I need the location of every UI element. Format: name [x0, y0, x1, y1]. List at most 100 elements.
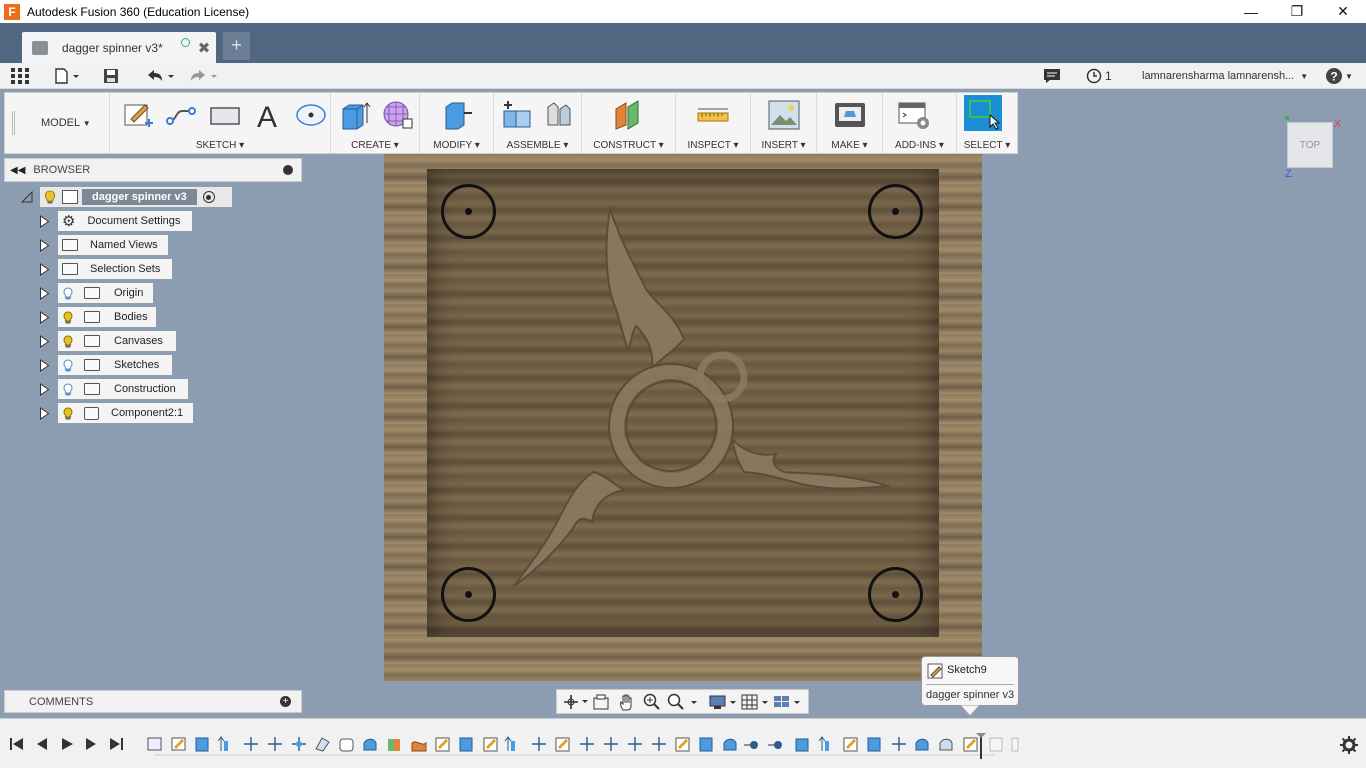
insert-menu[interactable]: INSERT ▾ — [751, 140, 816, 151]
text-icon[interactable]: A — [250, 99, 284, 134]
browser-pin-icon[interactable] — [283, 165, 293, 175]
new-tab-button[interactable]: + — [223, 32, 250, 60]
expand-triangle-icon[interactable] — [39, 215, 50, 228]
browser-item-component2[interactable]: Component2:1 — [58, 403, 193, 423]
select-tool-icon[interactable] — [964, 95, 1002, 131]
workspace-switcher[interactable]: MODEL ▼ — [41, 117, 91, 129]
help-icon[interactable]: ? ▼ — [1326, 67, 1353, 85]
insert-canvas-icon[interactable] — [767, 99, 801, 131]
step-forward-icon[interactable] — [84, 737, 98, 751]
step-back-icon[interactable] — [35, 737, 49, 751]
sketch-menu[interactable]: SKETCH ▾ — [110, 140, 330, 151]
job-status-icon[interactable]: 1 — [1086, 67, 1112, 85]
lightbulb-off-icon[interactable] — [63, 382, 73, 396]
file-menu-icon[interactable] — [54, 67, 80, 85]
close-tab-icon[interactable]: ✖ — [198, 39, 211, 57]
expand-triangle-icon[interactable] — [39, 239, 50, 252]
add-comment-icon[interactable]: + — [280, 696, 291, 707]
folder-icon — [84, 359, 100, 371]
create-menu[interactable]: CREATE ▾ — [331, 140, 419, 151]
form-icon[interactable] — [381, 99, 415, 131]
look-at-icon[interactable] — [593, 694, 609, 710]
create-sketch-icon[interactable] — [121, 99, 155, 131]
select-menu[interactable]: SELECT ▾ — [957, 140, 1017, 151]
workspace-label: MODEL — [41, 117, 80, 129]
select-label: SELECT — [963, 140, 1003, 151]
expand-triangle-icon[interactable] — [39, 311, 50, 324]
orbit-icon[interactable] — [563, 694, 589, 710]
point-icon[interactable] — [294, 99, 328, 131]
display-settings-icon[interactable] — [709, 694, 739, 710]
browser-item-document-settings[interactable]: ⚙ Document Settings — [58, 211, 192, 231]
view-cube[interactable]: TOP — [1287, 122, 1333, 168]
rectangle-icon[interactable] — [208, 99, 242, 131]
browser-item-label: Sketches — [114, 359, 160, 371]
measure-icon[interactable] — [696, 99, 730, 131]
browser-item-origin[interactable]: Origin — [58, 283, 153, 303]
folder-icon — [62, 263, 78, 275]
browser-panel-header[interactable]: ◀◀ BROWSER — [4, 158, 302, 182]
lightbulb-on-icon[interactable] — [63, 334, 73, 348]
comments-panel-header[interactable]: COMMENTS + — [4, 690, 302, 713]
make-menu[interactable]: MAKE ▾ — [817, 140, 882, 151]
lightbulb-off-icon[interactable] — [63, 286, 73, 300]
timeline-settings-gear-icon[interactable] — [1340, 736, 1358, 754]
lightbulb-on-icon[interactable] — [63, 406, 73, 420]
play-icon[interactable] — [60, 737, 74, 751]
press-pull-icon[interactable] — [440, 99, 474, 131]
data-panel-grid-icon[interactable] — [11, 67, 29, 85]
3d-print-icon[interactable] — [833, 99, 867, 131]
close-window-button[interactable]: ✕ — [1320, 0, 1366, 23]
model-viewport-canvas[interactable] — [384, 154, 982, 681]
minimize-button[interactable]: — — [1228, 0, 1274, 23]
expand-triangle-icon[interactable] — [39, 407, 50, 420]
expanded-triangle-icon[interactable] — [20, 190, 34, 204]
browser-item-canvases[interactable]: Canvases — [58, 331, 176, 351]
grid-snap-icon[interactable] — [741, 694, 771, 710]
toolbar-grip[interactable] — [12, 111, 15, 135]
joint-icon[interactable] — [542, 99, 576, 131]
expand-triangle-icon[interactable] — [39, 359, 50, 372]
comment-icon[interactable] — [1043, 67, 1061, 85]
window-title-bar: F Autodesk Fusion 360 (Education License… — [0, 0, 1366, 23]
extrude-icon[interactable] — [339, 99, 373, 131]
line-icon[interactable] — [164, 99, 198, 131]
go-to-end-icon[interactable] — [108, 737, 124, 751]
browser-item-label: Origin — [114, 287, 144, 299]
inspect-menu[interactable]: INSPECT ▾ — [676, 140, 750, 151]
lightbulb-off-icon[interactable] — [63, 358, 73, 372]
construct-menu[interactable]: CONSTRUCT ▾ — [582, 140, 675, 151]
expand-triangle-icon[interactable] — [39, 383, 50, 396]
undo-icon[interactable] — [145, 67, 175, 85]
scripts-addins-icon[interactable] — [897, 99, 931, 131]
go-to-start-icon[interactable] — [9, 737, 25, 751]
fit-zoom-icon[interactable] — [667, 693, 699, 711]
expand-triangle-icon[interactable] — [39, 263, 50, 276]
browser-item-named-views[interactable]: Named Views — [58, 235, 168, 255]
save-icon[interactable] — [103, 67, 119, 85]
viewports-icon[interactable] — [773, 694, 803, 710]
redo-icon[interactable] — [188, 67, 218, 85]
lightbulb-on-icon[interactable] — [63, 310, 73, 324]
zoom-icon[interactable] — [643, 693, 661, 711]
addins-menu[interactable]: ADD-INS ▾ — [883, 140, 956, 151]
expand-triangle-icon[interactable] — [39, 335, 50, 348]
assemble-menu[interactable]: ASSEMBLE ▾ — [494, 140, 581, 151]
modify-menu[interactable]: MODIFY ▾ — [420, 140, 493, 151]
user-account-menu[interactable]: lamnarensharma lamnarensh... ▼ — [1142, 67, 1308, 85]
browser-item-construction[interactable]: Construction — [58, 379, 188, 399]
activate-radio-icon[interactable] — [202, 191, 215, 203]
restore-button[interactable]: ❐ — [1274, 0, 1320, 23]
pan-hand-icon[interactable] — [619, 693, 635, 711]
browser-item-bodies[interactable]: Bodies — [58, 307, 156, 327]
new-component-icon[interactable] — [500, 99, 534, 131]
browser-item-sketches[interactable]: Sketches — [58, 355, 172, 375]
timeline-features[interactable] — [140, 733, 1020, 759]
offset-plane-icon[interactable] — [612, 99, 646, 131]
collapse-browser-icon[interactable]: ◀◀ — [10, 165, 25, 176]
document-tab[interactable]: dagger spinner v3* ✖ — [22, 32, 216, 63]
lightbulb-on-icon[interactable] — [44, 190, 56, 204]
browser-item-selection-sets[interactable]: Selection Sets — [58, 259, 172, 279]
root-component-node[interactable]: dagger spinner v3 — [40, 187, 232, 207]
expand-triangle-icon[interactable] — [39, 287, 50, 300]
